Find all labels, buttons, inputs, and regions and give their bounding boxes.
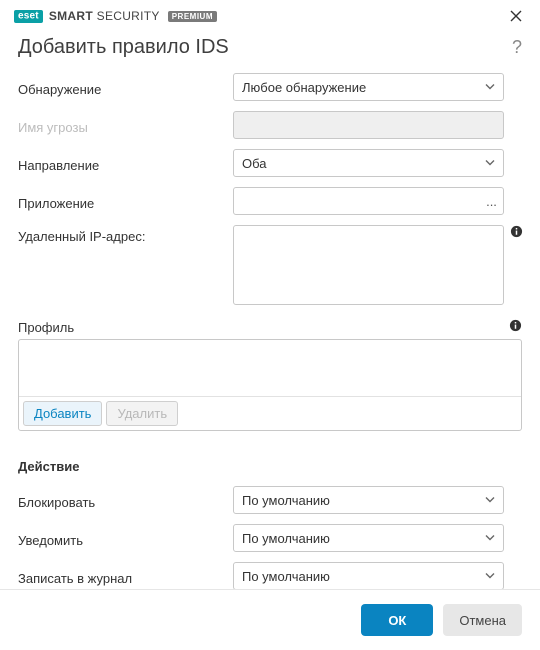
- close-icon: [510, 10, 522, 22]
- brand: eset SMART SECURITY PREMIUM: [14, 9, 217, 23]
- application-browse-button[interactable]: ...: [479, 188, 503, 214]
- profile-remove-button: Удалить: [106, 401, 178, 426]
- profile-list[interactable]: [19, 340, 521, 396]
- label-application: Приложение: [18, 192, 233, 211]
- info-icon: [510, 225, 523, 238]
- chevron-down-icon: [485, 493, 495, 508]
- action-section-header: Действие: [18, 459, 522, 474]
- application-input[interactable]: [233, 187, 504, 215]
- notify-select[interactable]: По умолчанию: [233, 524, 504, 552]
- titlebar: eset SMART SECURITY PREMIUM: [0, 0, 540, 30]
- label-block: Блокировать: [18, 491, 233, 510]
- dialog-content: Обнаружение Любое обнаружение Имя угрозы…: [0, 73, 540, 589]
- direction-select[interactable]: Оба: [233, 149, 504, 177]
- chevron-down-icon: [485, 569, 495, 584]
- close-button[interactable]: [504, 4, 528, 28]
- log-select[interactable]: По умолчанию: [233, 562, 504, 589]
- profile-toolbar: Добавить Удалить: [19, 396, 521, 430]
- help-button[interactable]: ?: [512, 37, 522, 58]
- remote-ip-info[interactable]: [504, 225, 522, 241]
- log-value: По умолчанию: [242, 569, 330, 584]
- eset-logo: eset: [14, 10, 43, 23]
- profile-box: Добавить Удалить: [18, 339, 522, 431]
- detection-select[interactable]: Любое обнаружение: [233, 73, 504, 101]
- direction-value: Оба: [242, 156, 267, 171]
- dialog-header: Добавить правило IDS ?: [0, 30, 540, 73]
- chevron-down-icon: [485, 80, 495, 95]
- profile-add-button[interactable]: Добавить: [23, 401, 102, 426]
- ellipsis-icon: ...: [486, 194, 497, 209]
- detection-value: Любое обнаружение: [242, 80, 366, 95]
- label-profile: Профиль: [18, 320, 74, 335]
- label-log: Записать в журнал: [18, 567, 233, 586]
- remote-ip-input[interactable]: [233, 225, 504, 305]
- label-detection: Обнаружение: [18, 78, 233, 97]
- info-icon: [509, 319, 522, 332]
- profile-info[interactable]: [509, 319, 522, 335]
- premium-badge: PREMIUM: [168, 11, 217, 22]
- label-remote-ip: Удаленный IP-адрес:: [18, 225, 233, 244]
- chevron-down-icon: [485, 156, 495, 171]
- cancel-button[interactable]: Отмена: [443, 604, 522, 636]
- product-name: SMART SECURITY: [49, 9, 160, 23]
- block-value: По умолчанию: [242, 493, 330, 508]
- ok-button[interactable]: ОК: [361, 604, 433, 636]
- label-notify: Уведомить: [18, 529, 233, 548]
- chevron-down-icon: [485, 531, 495, 546]
- label-direction: Направление: [18, 154, 233, 173]
- notify-value: По умолчанию: [242, 531, 330, 546]
- dialog-footer: ОК Отмена: [0, 589, 540, 650]
- block-select[interactable]: По умолчанию: [233, 486, 504, 514]
- threat-name-field: [233, 111, 504, 139]
- dialog-title: Добавить правило IDS: [18, 36, 229, 59]
- label-threat-name: Имя угрозы: [18, 116, 233, 135]
